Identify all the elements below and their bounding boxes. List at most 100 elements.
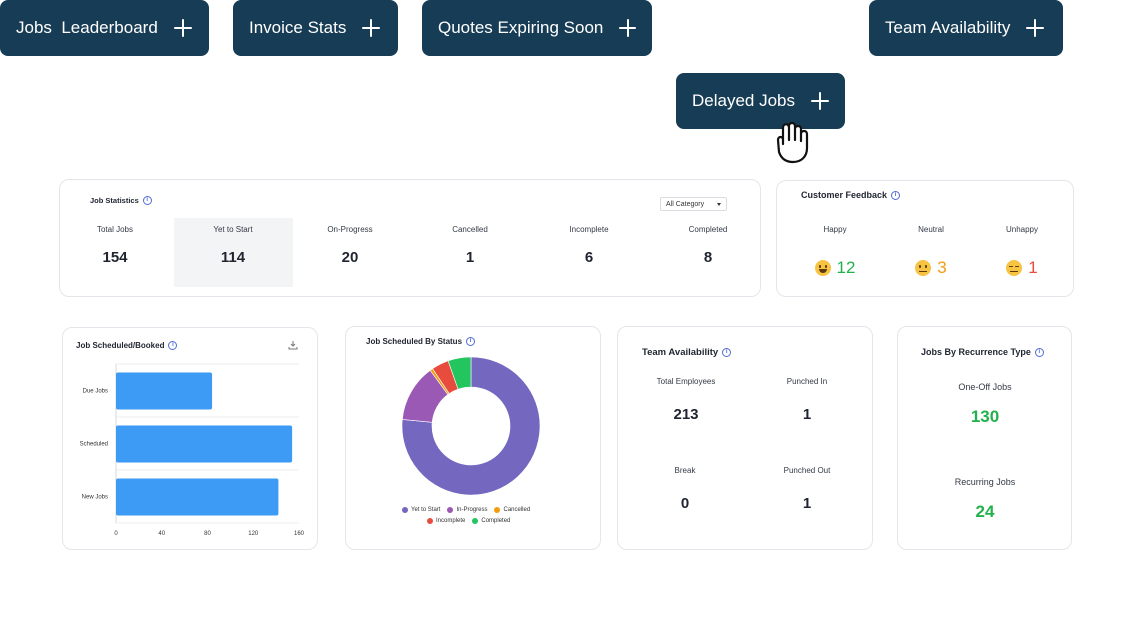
feedback-neutral: Neutral 3 [891,225,971,278]
info-icon[interactable]: i [722,348,732,357]
x-tick-label: 160 [294,531,305,537]
feedback-happy-value: 12 [836,258,856,277]
x-tick-label: 40 [158,531,165,537]
info-icon[interactable]: i [1034,347,1044,357]
team-stat-label: Total Employees [656,377,716,386]
unhappy-face-icon [1006,260,1023,276]
team-stat-value: 213 [673,406,699,423]
delayed-jobs-label: Delayed Jobs [692,91,796,110]
team-availability-button[interactable]: Team Availability [869,0,1063,56]
plus-icon [619,19,636,37]
plus-icon [811,92,829,110]
recurrence-one-off: One-Off Jobs 130 [925,382,1045,427]
stat-label: Incomplete [569,225,609,234]
legend-item-yet-to-start[interactable]: Yet to Start [402,507,440,513]
bar-due-jobs[interactable] [116,372,213,410]
team-stat-value: 0 [680,495,690,512]
recurrence-value: 24 [975,502,995,521]
job-scheduled-booked-card: Job Scheduled/Booked i Due Jobs Scheduled… [62,327,318,550]
stat-incomplete: Incomplete 6 [549,225,629,266]
recurrence-title: Jobs By Recurrence Type [921,347,1031,357]
stat-yet-to-start: Yet to Start 114 [193,225,273,266]
team-break: Break 0 [625,466,745,512]
customer-feedback-card: Customer Feedback i Happy 12 Neutral 3 U… [776,180,1074,297]
stat-cancelled: Cancelled 1 [430,225,510,266]
team-total-employees: Total Employees 213 [626,377,746,423]
legend-label: In-Progress [456,507,488,513]
feedback-unhappy: Unhappy 1 [982,225,1062,278]
team-stat-label: Break [674,466,696,475]
category-dropdown-value: All Category [666,200,705,208]
x-tick-label: 120 [248,531,259,537]
stat-label: Cancelled [452,225,488,234]
plus-icon [1026,19,1045,37]
team-availability-card: Team Availability i Total Employees 213 … [617,326,873,550]
feedback-unhappy-value: 1 [1028,258,1038,277]
info-icon[interactable]: i [891,190,901,200]
stat-label: On-Progress [327,225,373,234]
stat-value: 6 [584,249,594,266]
donut-legend-row-1: Yet to Start In-Progress Cancelled [402,507,530,513]
team-stat-value: 1 [802,406,812,423]
delayed-jobs-button[interactable]: Delayed Jobs [676,73,845,129]
team-stat-label: Punched Out [783,466,831,475]
feedback-label: Neutral [918,225,944,234]
legend-label: Incomplete [436,518,466,524]
category-dropdown[interactable]: All Category [660,197,727,211]
team-availability-title-row: Team Availability i [642,347,732,358]
customer-feedback-title-row: Customer Feedback i [801,190,901,200]
bar-scheduled[interactable] [116,425,293,463]
plus-icon [173,19,192,37]
recurrence-value: 130 [970,407,1000,426]
legend-label: Yet to Start [411,507,441,513]
plus-icon [362,19,381,37]
feedback-happy: Happy 12 [795,225,875,278]
x-tick-label: 80 [204,531,211,537]
recurrence-label: Recurring Jobs [954,477,1016,487]
info-icon[interactable]: i [466,337,476,346]
stat-completed: Completed 8 [668,225,748,266]
bar-category-label: Due Jobs [83,389,108,395]
team-availability-title: Team Availability [642,347,719,358]
stat-value: 1 [465,249,475,266]
chevron-down-icon [717,202,721,206]
neutral-face-icon [915,260,932,276]
job-scheduled-by-status-card: Job Scheduled By Status i Yet to Start I… [345,326,601,550]
feedback-label: Happy [823,225,847,234]
job-status-title: Job Scheduled By Status [366,337,463,346]
job-status-title-row: Job Scheduled By Status i [366,337,476,346]
job-scheduled-bar-chart: Due Jobs Scheduled New Jobs 0 40 80 120 160 [80,363,305,537]
jobs-leaderboard-label: Jobs Leaderboard [16,18,158,37]
stat-value: 114 [220,249,246,266]
stat-label: Yet to Start [213,225,253,234]
jobs-by-recurrence-card: Jobs By Recurrence Type i One-Off Jobs 1… [897,326,1072,550]
legend-item-in-progress[interactable]: In-Progress [447,507,487,513]
stat-label: Total Jobs [96,225,134,234]
info-icon[interactable]: i [142,196,152,205]
stat-value: 20 [341,249,359,266]
invoice-stats-button[interactable]: Invoice Stats [233,0,398,56]
team-punched-out: Punched Out 1 [747,466,867,512]
bar-new-jobs[interactable] [116,478,279,516]
feedback-neutral-value: 3 [937,258,947,277]
legend-item-cancelled[interactable]: Cancelled [494,507,530,513]
jobs-leaderboard-button[interactable]: Jobs Leaderboard [0,0,209,56]
team-stat-label: Punched In [786,377,828,386]
invoice-stats-label: Invoice Stats [249,18,347,37]
job-statistics-title-row: Job Statistics i [90,196,152,205]
stat-value: 154 [102,249,128,266]
quotes-expiring-soon-button[interactable]: Quotes Expiring Soon [422,0,652,56]
stat-value: 8 [703,249,713,266]
recurrence-recurring: Recurring Jobs 24 [925,477,1045,522]
team-availability-label: Team Availability [885,18,1011,37]
legend-item-incomplete[interactable]: Incomplete [427,518,465,524]
customer-feedback-title: Customer Feedback [801,190,888,200]
stat-total-jobs: Total Jobs 154 [75,225,155,266]
stat-label: Completed [688,225,728,234]
job-statistics-card: Job Statistics i All Category Total Jobs… [59,179,761,297]
recurrence-title-row: Jobs By Recurrence Type i [921,347,1044,357]
legend-item-completed[interactable]: Completed [472,518,510,524]
job-status-donut-chart [401,356,541,496]
job-statistics-title: Job Statistics [90,196,139,205]
donut-legend-row-2: Incomplete Completed [427,518,510,524]
